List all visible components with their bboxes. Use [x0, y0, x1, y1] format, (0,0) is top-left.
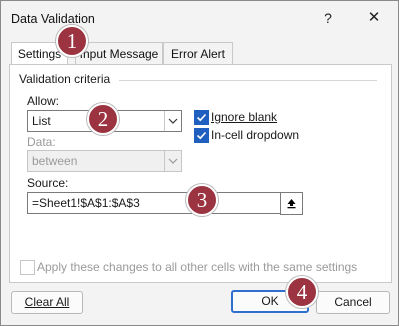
data-label: Data:: [27, 135, 56, 149]
validation-criteria-heading: Validation criteria: [19, 72, 111, 86]
group-divider: [119, 80, 377, 81]
source-label: Source:: [27, 176, 69, 190]
checkmark-icon: [196, 113, 207, 122]
chevron-down-icon: [164, 111, 181, 131]
data-selected-value: between: [32, 154, 78, 168]
data-validation-dialog: Data Validation ? ✕ Settings Input Messa…: [0, 0, 399, 326]
settings-panel: [9, 64, 392, 283]
annotation-badge-3: 3: [186, 184, 218, 216]
chevron-down-icon: [164, 151, 181, 171]
collapse-dialog-button[interactable]: [280, 192, 303, 215]
annotation-badge-1: 1: [56, 25, 88, 57]
arrow-up-icon: [287, 199, 296, 209]
checkmark-icon: [196, 131, 207, 140]
source-value: =Sheet1!$A$1:$A$3: [32, 196, 140, 210]
source-input[interactable]: =Sheet1!$A$1:$A$3: [27, 192, 281, 214]
annotation-badge-2: 2: [87, 103, 119, 135]
cancel-button[interactable]: Cancel: [316, 291, 390, 314]
data-select: between: [27, 150, 182, 172]
clear-all-button[interactable]: Clear All: [11, 291, 83, 314]
ignore-blank-checkbox[interactable]: [194, 110, 209, 125]
tab-input-message[interactable]: Input Message: [75, 42, 163, 65]
allow-label: Allow:: [27, 94, 60, 108]
help-icon[interactable]: ?: [319, 9, 337, 27]
in-cell-dropdown-checkbox[interactable]: [194, 128, 209, 143]
close-icon[interactable]: ✕: [365, 9, 383, 27]
annotation-badge-4: 4: [286, 276, 318, 308]
tab-error-alert[interactable]: Error Alert: [163, 42, 233, 65]
dialog-title: Data Validation: [11, 12, 95, 26]
in-cell-dropdown-label: In-cell dropdown: [211, 128, 300, 142]
apply-all-checkbox[interactable]: [20, 260, 35, 275]
allow-selected-value: List: [32, 114, 51, 128]
apply-all-label: Apply these changes to all other cells w…: [37, 260, 358, 274]
ignore-blank-label: Ignore blank: [211, 110, 278, 124]
